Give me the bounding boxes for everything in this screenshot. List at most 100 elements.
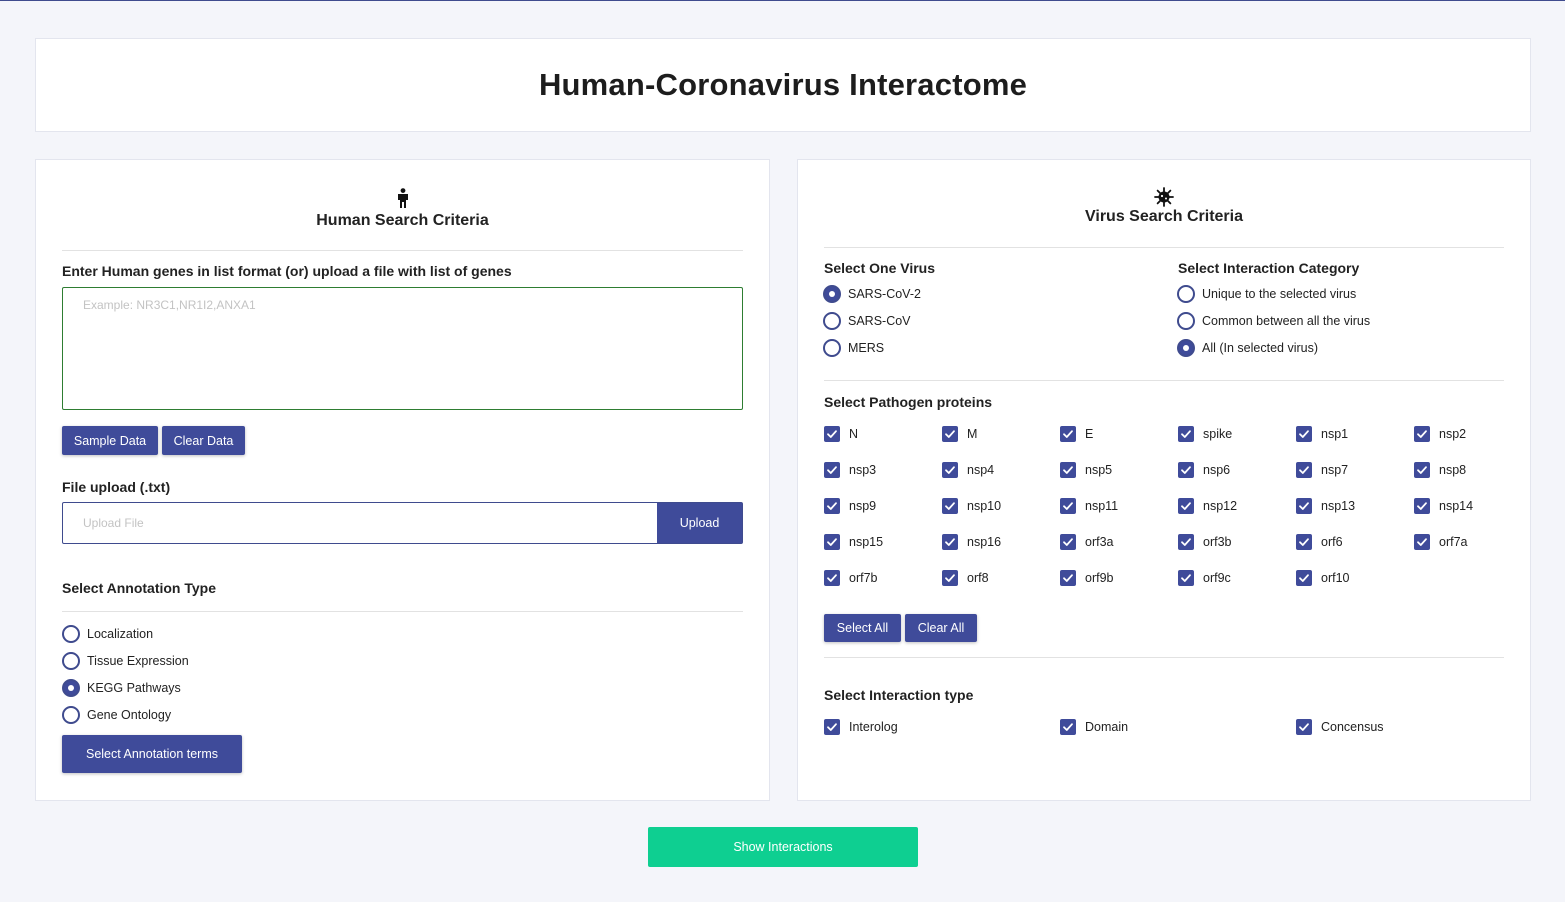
protein-checkbox[interactable]: spike [1178,426,1232,442]
annotation-option[interactable]: Gene Ontology [62,706,171,724]
protein-checkbox[interactable]: nsp14 [1414,498,1473,514]
protein-checkbox[interactable]: orf3a [1060,534,1114,550]
protein-checkbox[interactable]: orf3b [1178,534,1232,550]
radio-button[interactable] [823,339,841,357]
select-annotation-terms-button[interactable]: Select Annotation terms [62,735,242,773]
virus-option[interactable]: MERS [823,339,884,357]
checkbox[interactable] [1178,462,1194,478]
protein-checkbox[interactable]: N [824,426,858,442]
virus-card-title: Virus Search Criteria [1084,208,1243,225]
checkbox[interactable] [1414,498,1430,514]
checkbox[interactable] [942,426,958,442]
radio-button[interactable] [62,652,80,670]
show-interactions-button[interactable]: Show Interactions [648,827,918,867]
protein-checkbox[interactable]: orf8 [942,570,989,586]
clear-data-button[interactable]: Clear Data [162,426,245,455]
virus-label: SARS-CoV [848,314,911,328]
checkbox[interactable] [1060,570,1076,586]
radio-button[interactable] [1177,285,1195,303]
protein-checkbox[interactable]: nsp6 [1178,462,1230,478]
radio-button[interactable] [1177,339,1195,357]
checkbox[interactable] [1296,426,1312,442]
checkbox[interactable] [1060,462,1076,478]
virus-option[interactable]: SARS-CoV [823,312,911,330]
checkbox[interactable] [942,570,958,586]
checkbox[interactable] [942,498,958,514]
category-option[interactable]: Unique to the selected virus [1177,285,1356,303]
interaction-type-checkbox[interactable]: Interolog [824,719,898,735]
protein-checkbox[interactable]: orf9c [1178,570,1231,586]
radio-button[interactable] [1177,312,1195,330]
file-upload-input[interactable] [63,503,657,543]
checkbox[interactable] [1414,462,1430,478]
protein-checkbox[interactable]: orf6 [1296,534,1343,550]
protein-checkbox[interactable]: nsp15 [824,534,883,550]
protein-checkbox[interactable]: E [1060,426,1093,442]
protein-checkbox[interactable]: nsp8 [1414,462,1466,478]
protein-checkbox[interactable]: orf7b [824,570,878,586]
checkbox[interactable] [1178,534,1194,550]
checkbox[interactable] [824,534,840,550]
checkbox[interactable] [824,570,840,586]
protein-checkbox[interactable]: nsp11 [1060,498,1118,514]
virus-option[interactable]: SARS-CoV-2 [823,285,921,303]
interaction-type-checkbox[interactable]: Concensus [1296,719,1384,735]
protein-checkbox[interactable]: nsp9 [824,498,876,514]
checkbox[interactable] [1414,426,1430,442]
checkbox[interactable] [1296,534,1312,550]
protein-checkbox[interactable]: M [942,426,977,442]
checkbox[interactable] [1414,534,1430,550]
check-icon [1181,466,1191,474]
person-icon [397,188,408,208]
upload-button[interactable]: Upload [657,503,742,543]
protein-checkbox[interactable]: nsp4 [942,462,994,478]
checkbox[interactable] [1296,498,1312,514]
checkbox[interactable] [942,462,958,478]
checkbox[interactable] [1060,498,1076,514]
clear-all-button[interactable]: Clear All [905,614,977,642]
protein-checkbox[interactable]: nsp7 [1296,462,1348,478]
radio-button[interactable] [823,285,841,303]
protein-checkbox[interactable]: orf7a [1414,534,1468,550]
checkbox[interactable] [1060,534,1076,550]
checkbox[interactable] [824,498,840,514]
protein-checkbox[interactable]: nsp12 [1178,498,1237,514]
select-all-button[interactable]: Select All [824,614,901,642]
checkbox[interactable] [1296,719,1312,735]
protein-checkbox[interactable]: nsp1 [1296,426,1348,442]
protein-checkbox[interactable]: nsp13 [1296,498,1355,514]
protein-checkbox[interactable]: nsp16 [942,534,1001,550]
category-option[interactable]: All (In selected virus) [1177,339,1318,357]
protein-checkbox[interactable]: nsp10 [942,498,1001,514]
category-label: Common between all the virus [1202,314,1371,328]
category-option[interactable]: Common between all the virus [1177,312,1370,330]
protein-checkbox[interactable]: nsp5 [1060,462,1112,478]
checkbox[interactable] [1060,719,1076,735]
radio-button[interactable] [823,312,841,330]
annotation-option[interactable]: Localization [62,625,153,643]
checkbox[interactable] [1178,498,1194,514]
checkbox[interactable] [1296,462,1312,478]
check-icon [945,502,955,510]
protein-checkbox[interactable]: nsp2 [1414,426,1466,442]
radio-button[interactable] [62,625,80,643]
checkbox[interactable] [1296,570,1312,586]
annotation-option[interactable]: Tissue Expression [62,652,189,670]
interaction-type-checkbox[interactable]: Domain [1060,719,1128,735]
checkbox[interactable] [1060,426,1076,442]
checkbox[interactable] [824,719,840,735]
protein-checkbox-label: nsp4 [967,463,995,477]
checkbox[interactable] [1178,570,1194,586]
radio-button[interactable] [62,679,80,697]
protein-checkbox[interactable]: orf10 [1296,570,1350,586]
checkbox[interactable] [824,426,840,442]
genes-textarea[interactable] [62,287,743,410]
checkbox[interactable] [942,534,958,550]
protein-checkbox[interactable]: orf9b [1060,570,1114,586]
protein-checkbox[interactable]: nsp3 [824,462,876,478]
checkbox[interactable] [824,462,840,478]
annotation-option[interactable]: KEGG Pathways [62,679,181,697]
sample-data-button[interactable]: Sample Data [62,426,158,455]
radio-button[interactable] [62,706,80,724]
checkbox[interactable] [1178,426,1194,442]
